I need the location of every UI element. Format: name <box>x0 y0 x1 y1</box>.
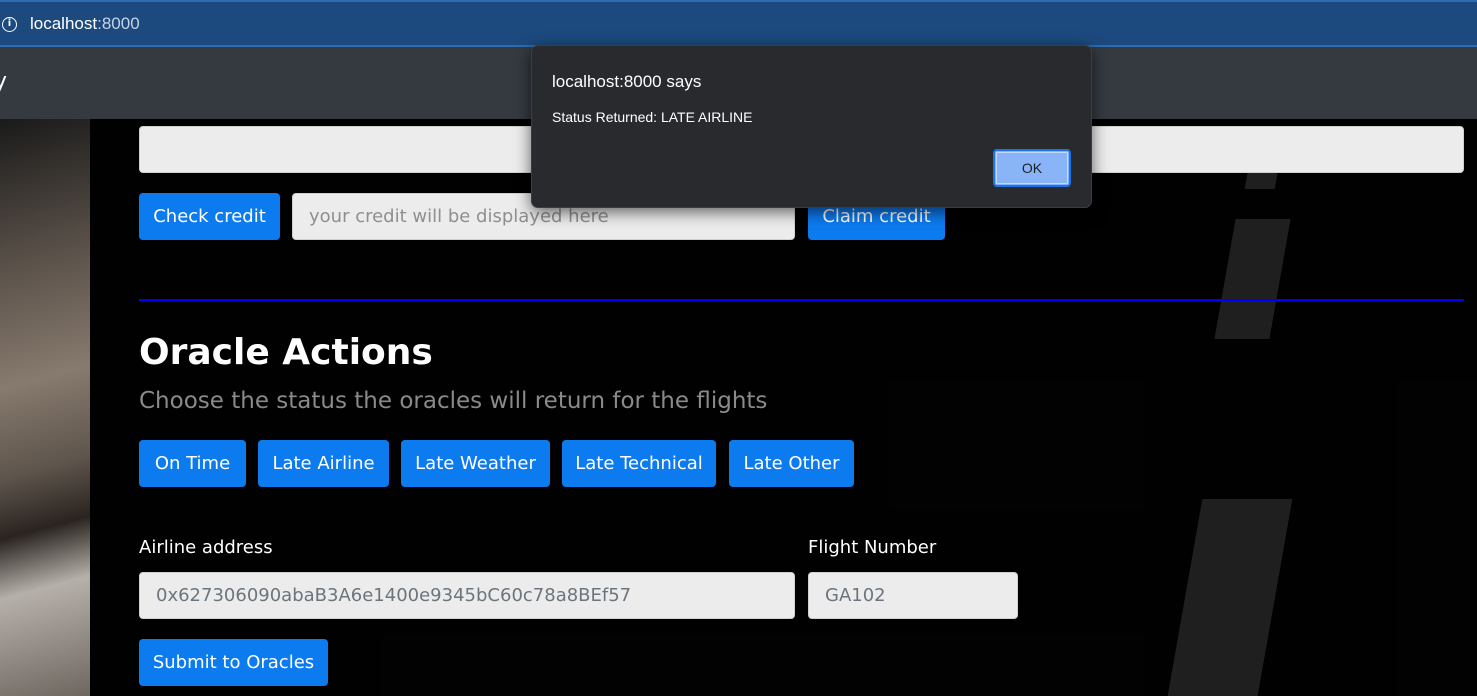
status-late-other-button[interactable]: Late Other <box>729 440 854 487</box>
dialog-ok-button[interactable]: OK <box>993 149 1071 187</box>
background-image-left <box>0 119 90 696</box>
url-port: :8000 <box>97 14 140 33</box>
airline-address-input[interactable]: 0x627306090abaB3A6e1400e9345bC60c78a8BEf… <box>139 572 795 619</box>
dialog-title: localhost:8000 says <box>552 72 702 91</box>
info-icon[interactable]: i <box>2 17 17 32</box>
url-host: localhost <box>30 14 98 33</box>
status-late-weather-button[interactable]: Late Weather <box>401 440 550 487</box>
oracle-section-title: Oracle Actions <box>139 332 433 373</box>
section-divider <box>139 299 1464 301</box>
url-text[interactable]: localhost:8000 <box>30 14 140 34</box>
status-on-time-button[interactable]: On Time <box>139 440 246 487</box>
flight-number-label: Flight Number <box>808 537 937 558</box>
navbar-brand[interactable]: y <box>0 69 7 94</box>
oracle-section-subtitle: Choose the status the oracles will retur… <box>139 388 768 414</box>
status-late-airline-button[interactable]: Late Airline <box>258 440 389 487</box>
status-late-technical-button[interactable]: Late Technical <box>562 440 716 487</box>
flight-number-input[interactable]: GA102 <box>808 572 1018 619</box>
airline-address-label: Airline address <box>139 537 273 558</box>
alert-dialog: localhost:8000 says Status Returned: LAT… <box>531 45 1092 208</box>
dialog-message: Status Returned: LATE AIRLINE <box>552 109 753 125</box>
check-credit-button[interactable]: Check credit <box>139 193 280 240</box>
submit-to-oracles-button[interactable]: Submit to Oracles <box>139 639 328 686</box>
browser-address-bar[interactable]: i localhost:8000 <box>0 0 1477 47</box>
